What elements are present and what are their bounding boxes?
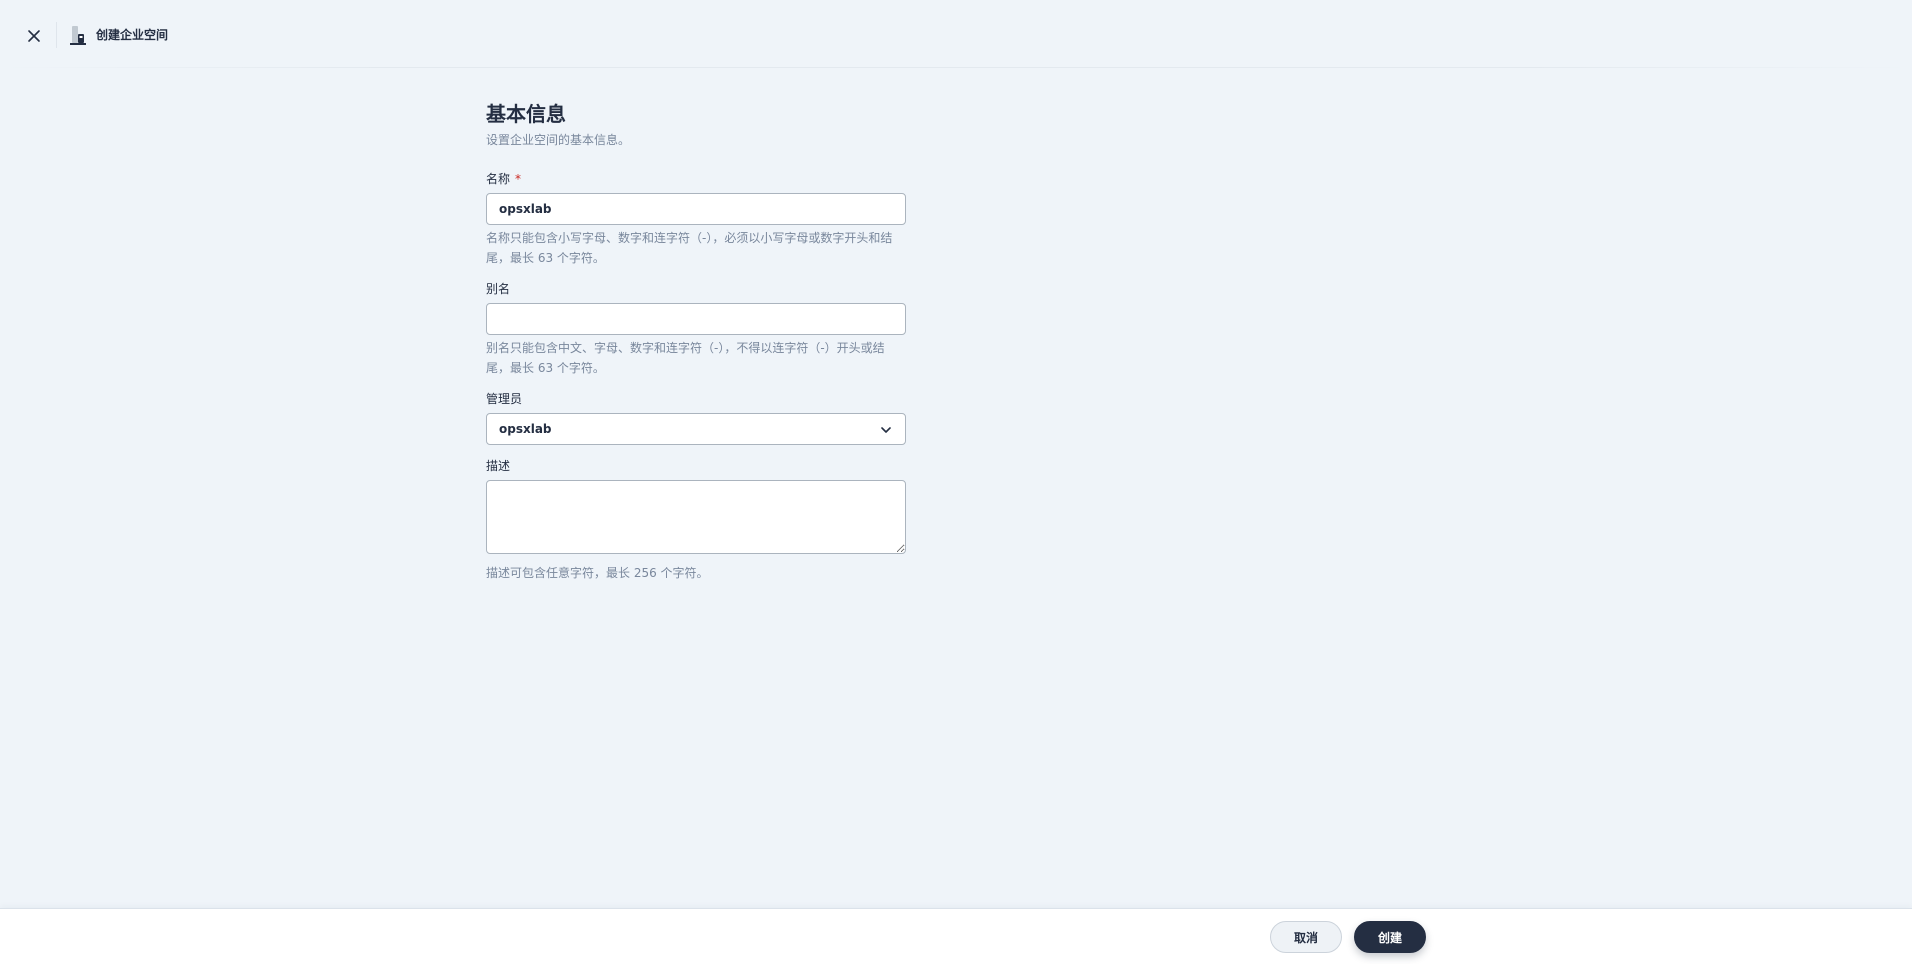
create-button[interactable]: 创建 — [1354, 921, 1426, 953]
name-label: 名称 * — [486, 170, 906, 188]
description-textarea[interactable] — [486, 480, 906, 554]
admin-select-value: opsxlab — [499, 422, 552, 436]
section-title: 基本信息 — [486, 102, 566, 126]
header-divider — [56, 22, 57, 48]
alias-field-group: 别名 别名只能包含中文、字母、数字和连字符（-），不得以连字符（-）开头或结尾，… — [486, 280, 906, 378]
enterprise-workspace-icon — [70, 26, 86, 45]
required-mark: * — [515, 172, 522, 186]
cancel-button[interactable]: 取消 — [1270, 921, 1342, 953]
admin-label: 管理员 — [486, 392, 523, 406]
name-field-group: 名称 * 名称只能包含小写字母、数字和连字符（-），必须以小写字母或数字开头和结尾… — [486, 170, 906, 268]
name-help-text: 名称只能包含小写字母、数字和连字符（-），必须以小写字母或数字开头和结尾，最长 … — [486, 231, 893, 265]
alias-input[interactable] — [486, 303, 906, 335]
section-description: 设置企业空间的基本信息。 — [486, 133, 631, 147]
close-button[interactable] — [20, 22, 48, 50]
top-bar: 创建企业空间 — [0, 0, 1912, 68]
description-label: 描述 — [486, 459, 511, 473]
basic-info-form: 基本信息 设置企业空间的基本信息。 名称 * 名称只能包含小写字母、数字和连字符（… — [486, 100, 906, 583]
alias-label: 别名 — [486, 282, 511, 296]
close-icon — [28, 30, 40, 42]
footer-bar: 取消 创建 — [0, 908, 1912, 964]
description-help-text: 描述可包含任意字符，最长 256 个字符。 — [486, 566, 709, 580]
name-input[interactable] — [486, 193, 906, 225]
alias-help-text: 别名只能包含中文、字母、数字和连字符（-），不得以连字符（-）开头或结尾，最长 … — [486, 341, 885, 375]
header-divider-line — [0, 67, 1912, 68]
admin-field-group: 管理员 opsxlab — [486, 390, 906, 445]
page-title: 创建企业空间 — [96, 28, 169, 42]
chevron-down-icon — [881, 427, 891, 433]
name-label-text: 名称 — [486, 172, 511, 186]
description-field-group: 描述 描述可包含任意字符，最长 256 个字符。 — [486, 457, 906, 583]
admin-select[interactable]: opsxlab — [486, 413, 906, 445]
